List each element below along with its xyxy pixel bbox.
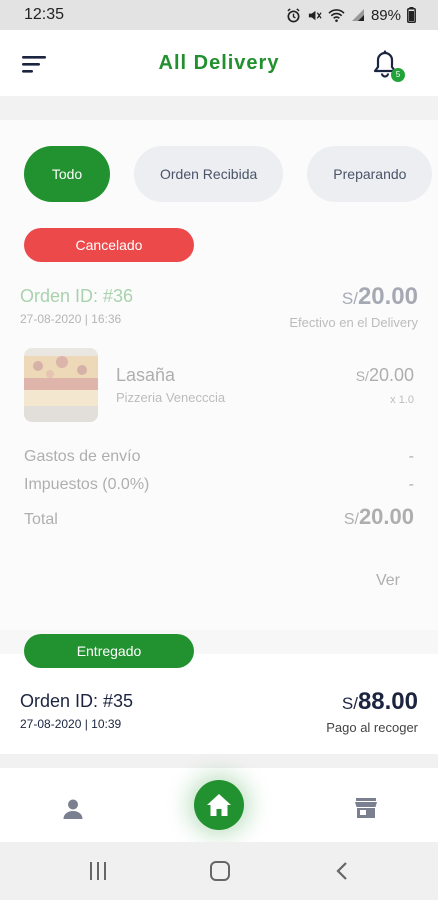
item-quantity: x 1.0 xyxy=(390,394,414,406)
status-bar: 12:35 89% xyxy=(0,0,438,30)
status-badge-delivered: Entregado xyxy=(24,634,194,668)
recent-apps-icon[interactable] xyxy=(88,861,108,881)
lasagna-image xyxy=(24,348,98,422)
currency-symbol: S/ xyxy=(343,511,359,528)
item-name: Lasaña xyxy=(116,365,176,385)
divider xyxy=(0,754,438,768)
user-icon[interactable] xyxy=(62,798,84,820)
order-date: 27-08-2020 | 10:39 xyxy=(20,717,122,731)
notification-badge: 5 xyxy=(391,68,405,82)
item-price-value: 20.00 xyxy=(368,365,414,385)
currency-symbol: S/ xyxy=(355,368,369,384)
total-row: Total S/20.00 xyxy=(24,504,414,530)
filter-tab-orden-recibida[interactable]: Orden Recibida xyxy=(134,146,284,202)
back-icon[interactable] xyxy=(335,861,349,881)
battery-icon xyxy=(407,7,416,23)
order-total-value: 88.00 xyxy=(357,688,418,715)
app-header: All Delivery 5 xyxy=(0,30,438,96)
order-total: S/88.00 xyxy=(342,688,418,716)
status-time: 12:35 xyxy=(24,6,65,23)
system-nav-bar xyxy=(0,842,438,900)
item-image xyxy=(24,348,98,422)
signal-icon xyxy=(351,9,364,21)
total-value: S/20.00 xyxy=(344,504,414,530)
mute-icon xyxy=(308,10,322,20)
filter-tabs: Todo Orden Recibida Preparando xyxy=(24,146,433,202)
battery-level: 89% xyxy=(370,6,401,24)
shipping-label: Gastos de envío xyxy=(24,448,141,465)
tax-value: - xyxy=(408,476,414,493)
item-price: S/20.00 xyxy=(356,365,414,386)
header-divider xyxy=(0,96,438,120)
home-button[interactable] xyxy=(194,780,244,830)
total-amount: 20.00 xyxy=(358,504,414,529)
home-nav-icon[interactable] xyxy=(209,861,231,881)
wifi-icon xyxy=(328,8,345,22)
alarm-icon xyxy=(287,7,300,22)
order-date: 27-08-2020 | 16:36 xyxy=(20,312,122,326)
status-badge-cancelled: Cancelado xyxy=(24,228,194,262)
total-label: Total xyxy=(24,511,58,528)
status-icons: 89% xyxy=(286,7,416,24)
view-order-link[interactable]: Ver xyxy=(376,572,400,590)
shipping-row: Gastos de envío - xyxy=(24,448,414,466)
filter-tab-todo[interactable]: Todo xyxy=(24,146,110,202)
item-store: Pizzeria Venecccia xyxy=(116,390,226,405)
store-icon[interactable] xyxy=(354,796,378,820)
bottom-nav xyxy=(0,768,438,842)
order-id: Orden ID: #36 xyxy=(20,286,134,306)
notification-button[interactable]: 5 xyxy=(372,50,405,82)
shipping-value: - xyxy=(408,448,414,465)
filter-tab-preparando[interactable]: Preparando xyxy=(307,146,433,202)
payment-method: Pago al recoger xyxy=(326,720,418,735)
order-total: S/20.00 xyxy=(342,283,418,311)
payment-method: Efectivo en el Delivery xyxy=(289,315,418,330)
order-total-value: 20.00 xyxy=(357,283,418,310)
home-icon xyxy=(207,794,231,816)
tax-label: Impuestos (0.0%) xyxy=(24,476,150,493)
page-title: All Delivery xyxy=(158,51,280,74)
currency-symbol: S/ xyxy=(341,694,358,713)
order-id: Orden ID: #35 xyxy=(20,691,134,711)
tax-row: Impuestos (0.0%) - xyxy=(24,476,414,494)
menu-icon[interactable] xyxy=(22,54,48,74)
currency-symbol: S/ xyxy=(341,289,358,308)
